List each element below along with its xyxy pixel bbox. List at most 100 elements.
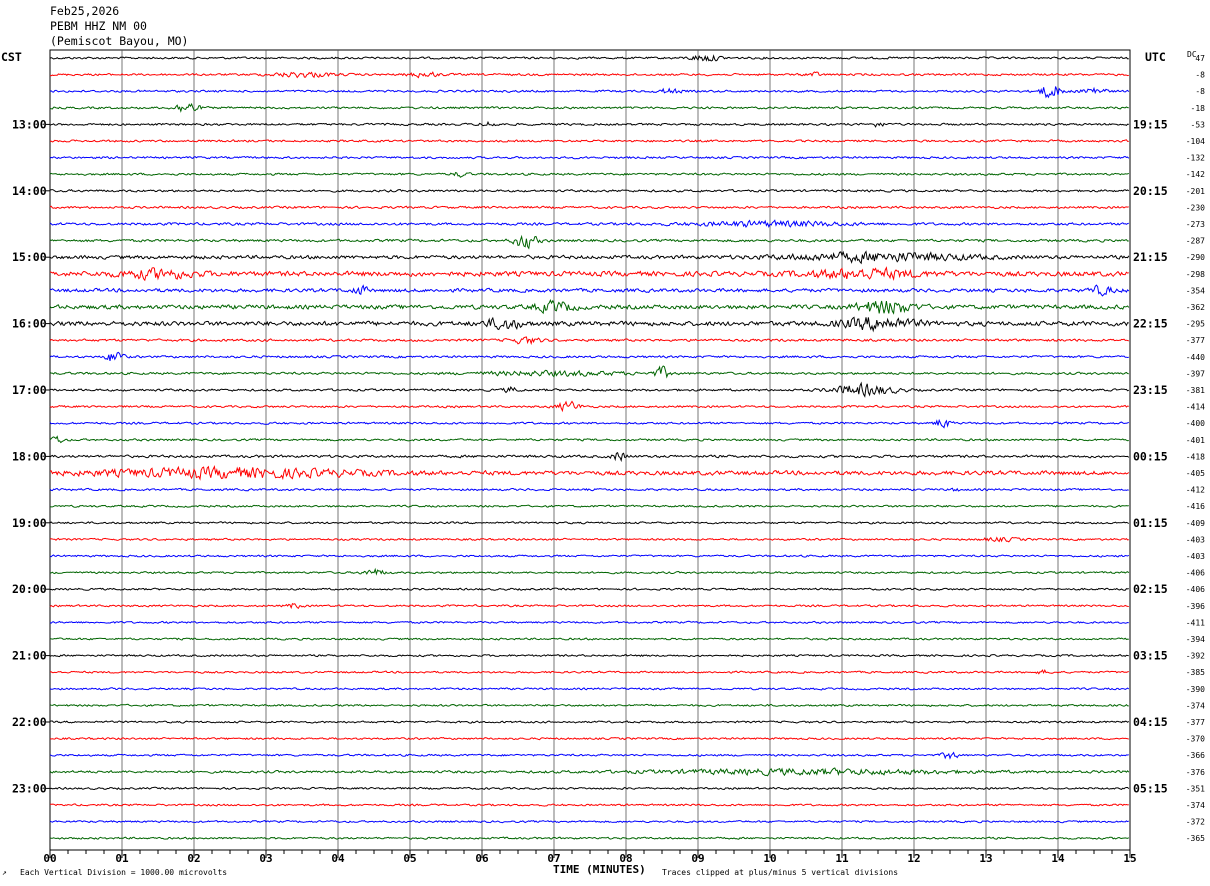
trace-row-38 bbox=[49, 687, 1130, 691]
dc-offset-label: -406 bbox=[1186, 569, 1205, 578]
x-tick-label: 12 bbox=[907, 852, 920, 865]
trace-row-12 bbox=[49, 250, 1130, 265]
trace-row-9 bbox=[49, 205, 1129, 210]
dc-offset-label: -104 bbox=[1186, 137, 1205, 146]
trace-row-46 bbox=[49, 819, 1129, 824]
x-tick-label: 15 bbox=[1123, 852, 1136, 865]
trace-row-1 bbox=[49, 71, 1129, 79]
trace-row-3 bbox=[49, 102, 1129, 113]
left-hour-label: 16:00 bbox=[12, 317, 47, 331]
trace-row-14 bbox=[49, 284, 1130, 297]
trace-row-47 bbox=[49, 836, 1130, 840]
dc-offset-label: -418 bbox=[1186, 452, 1205, 461]
dc-offset-label: -390 bbox=[1186, 685, 1205, 694]
left-hour-label: 13:00 bbox=[12, 117, 47, 131]
dc-offset-label: -374 bbox=[1186, 801, 1205, 810]
x-tick-label: 01 bbox=[115, 852, 129, 865]
dc-offset-label: -365 bbox=[1186, 834, 1205, 843]
left-hour-label: 22:00 bbox=[12, 715, 47, 729]
dc-offset-label: -414 bbox=[1186, 403, 1205, 412]
dc-offset-label: -287 bbox=[1186, 237, 1205, 246]
trace-row-43 bbox=[49, 767, 1130, 777]
dc-offset-label: -401 bbox=[1186, 436, 1205, 445]
right-hour-label: 22:15 bbox=[1133, 317, 1168, 331]
trace-row-7 bbox=[49, 171, 1130, 178]
trace-row-13 bbox=[49, 266, 1129, 282]
trace-row-27 bbox=[49, 504, 1129, 508]
trace-row-6 bbox=[49, 155, 1130, 160]
right-hour-label: 02:15 bbox=[1133, 582, 1168, 596]
dc-offset-label: -8 bbox=[1195, 71, 1205, 80]
x-tick-label: 10 bbox=[763, 852, 776, 865]
dc-offset-label: -409 bbox=[1186, 519, 1205, 528]
trace-row-45 bbox=[50, 803, 1129, 807]
dc-offset-label: -366 bbox=[1186, 751, 1205, 760]
right-hour-label: 20:15 bbox=[1133, 184, 1168, 198]
trace-row-16 bbox=[49, 316, 1129, 333]
dc-offset-label: -290 bbox=[1186, 253, 1205, 262]
dc-offset-label: -416 bbox=[1186, 502, 1205, 511]
right-hour-label: 23:15 bbox=[1133, 383, 1168, 397]
dc-offset-label: -53 bbox=[1191, 120, 1206, 129]
trace-row-17 bbox=[49, 336, 1129, 346]
trace-row-34 bbox=[49, 620, 1129, 625]
trace-row-0 bbox=[49, 54, 1129, 62]
trace-row-36 bbox=[49, 653, 1129, 658]
dc-offset-label: -385 bbox=[1186, 668, 1205, 677]
dc-offset-label: -400 bbox=[1186, 419, 1205, 428]
dc-offset-label: -406 bbox=[1186, 585, 1205, 594]
scale-icon: ↗ bbox=[2, 868, 7, 877]
scale-note: Each Vertical Division = 1000.00 microvo… bbox=[20, 868, 228, 877]
x-tick-label: 03 bbox=[259, 852, 272, 865]
dc-offset-label: -405 bbox=[1186, 469, 1205, 478]
trace-row-23 bbox=[49, 435, 1129, 444]
x-axis-title: TIME (MINUTES) bbox=[553, 863, 646, 876]
trace-row-10 bbox=[49, 219, 1129, 229]
dc-offset-label: -18 bbox=[1191, 104, 1206, 113]
trace-row-2 bbox=[49, 86, 1130, 99]
trace-row-21 bbox=[49, 400, 1129, 413]
dc-offset-label: -354 bbox=[1186, 286, 1205, 295]
trace-row-26 bbox=[49, 487, 1129, 492]
x-tick-label: 14 bbox=[1051, 852, 1065, 865]
right-hour-label: 19:15 bbox=[1133, 117, 1168, 131]
dc-offset-label: -230 bbox=[1186, 203, 1205, 212]
x-tick-label: 09 bbox=[691, 852, 704, 865]
right-hour-label: 00:15 bbox=[1133, 449, 1168, 463]
trace-row-30 bbox=[49, 554, 1130, 558]
right-hour-label: 01:15 bbox=[1133, 516, 1168, 530]
trace-row-28 bbox=[49, 521, 1130, 525]
x-tick-label: 13 bbox=[979, 852, 992, 865]
dc-offset-label: -201 bbox=[1186, 187, 1205, 196]
dc-offset-label: -381 bbox=[1186, 386, 1205, 395]
trace-row-18 bbox=[49, 351, 1129, 361]
left-hour-label: 19:00 bbox=[12, 516, 47, 530]
trace-row-8 bbox=[49, 189, 1130, 193]
dc-offset-label: -273 bbox=[1186, 220, 1205, 229]
trace-row-29 bbox=[49, 536, 1129, 543]
trace-row-33 bbox=[49, 603, 1129, 610]
dc-offset-label: -374 bbox=[1186, 701, 1205, 710]
right-hour-label: 03:15 bbox=[1133, 649, 1168, 663]
left-hour-label: 14:00 bbox=[12, 184, 47, 198]
dc-offset-label: -403 bbox=[1186, 535, 1205, 544]
trace-row-4 bbox=[49, 120, 1129, 128]
clip-note: Traces clipped at plus/minus 5 vertical … bbox=[662, 868, 899, 877]
left-hour-label: 21:00 bbox=[12, 649, 47, 663]
trace-row-5 bbox=[49, 139, 1129, 143]
x-tick-label: 05 bbox=[403, 852, 416, 865]
dc-offset-label: -392 bbox=[1186, 652, 1205, 661]
dc-offset-label: -397 bbox=[1186, 369, 1205, 378]
trace-row-25 bbox=[49, 465, 1130, 481]
x-tick-label: 00 bbox=[43, 852, 56, 865]
dc-offset-label: -362 bbox=[1186, 303, 1205, 312]
dc-offset-label: -411 bbox=[1186, 618, 1205, 627]
helicorder-plot: 00 01 02 03 04 05 06 07 08 09 10 11 12 13 14 1547-8-8-1… bbox=[12, 49, 1206, 865]
dc-offset-label: 47 bbox=[1195, 54, 1205, 63]
dc-offset-label: -376 bbox=[1186, 768, 1205, 777]
trace-row-11 bbox=[49, 234, 1129, 250]
dc-header-label: DC bbox=[1187, 50, 1197, 59]
dc-offset-label: -396 bbox=[1186, 602, 1205, 611]
dc-offset-label: -377 bbox=[1186, 718, 1205, 727]
trace-row-15 bbox=[49, 299, 1130, 315]
